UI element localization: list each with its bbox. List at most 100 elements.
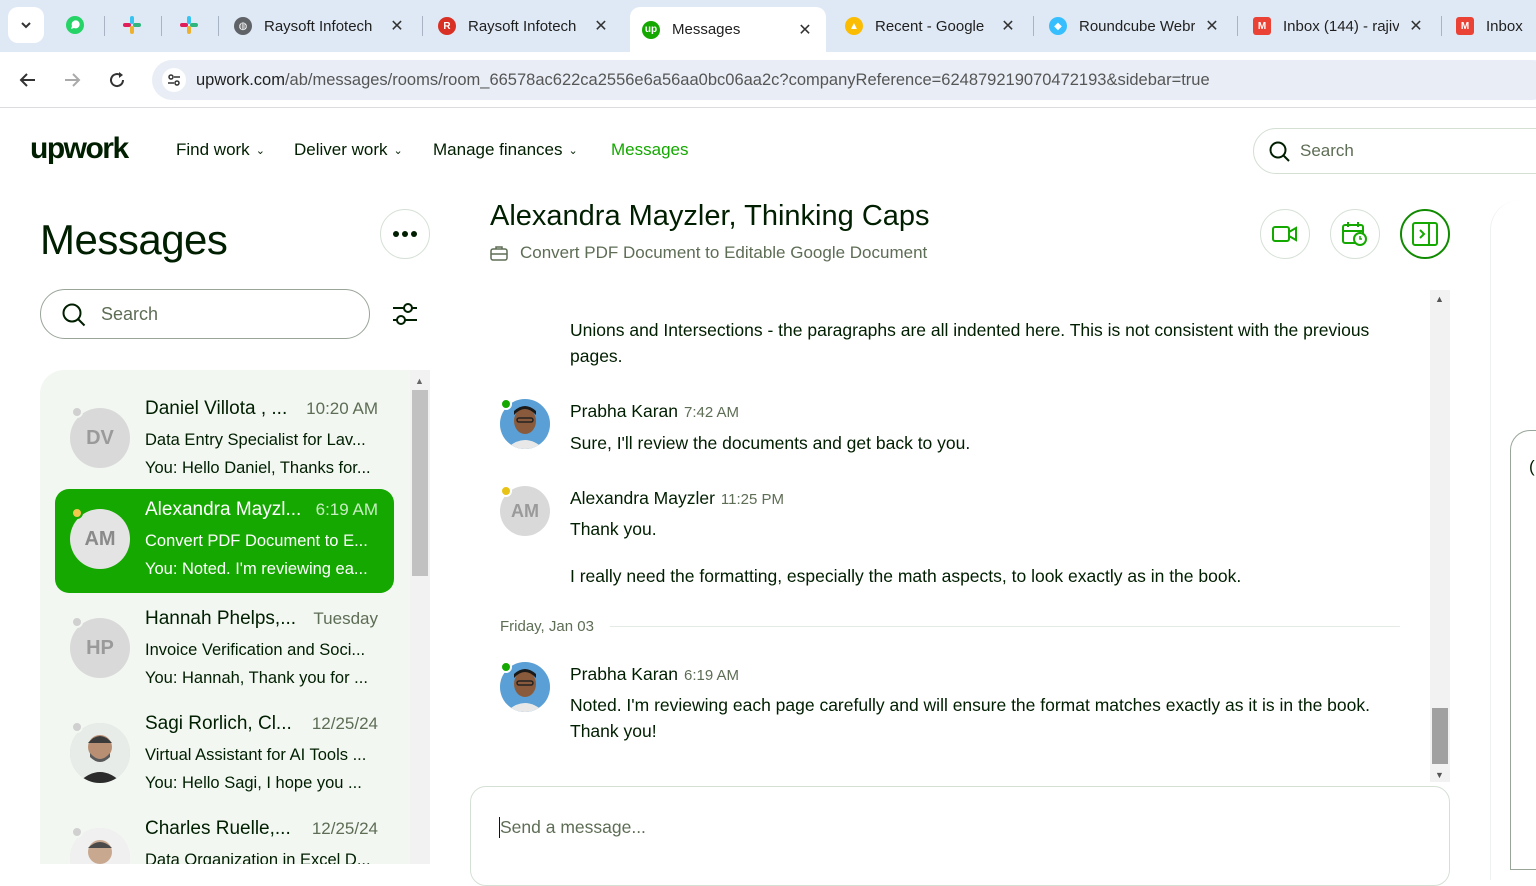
- chevron-down-icon: ⌄: [568, 144, 578, 157]
- room-topic: Convert PDF Document to E...: [145, 532, 368, 550]
- globe-icon: ◍: [234, 17, 252, 35]
- thread-scrollbar[interactable]: ▲ ▼: [1430, 290, 1450, 782]
- video-call-button[interactable]: [1260, 209, 1310, 259]
- arrow-left-icon: [19, 73, 35, 87]
- close-icon[interactable]: ✕: [1203, 16, 1221, 36]
- room-last-message: You: Hello Sagi, I hope you ...: [145, 774, 362, 792]
- conversation-subtitle[interactable]: Convert PDF Document to Editable Google …: [490, 243, 927, 263]
- browser-tab[interactable]: R Raysoft Infotech ✕: [426, 7, 622, 45]
- room-time: 12/25/24: [311, 714, 378, 733]
- browser-tab[interactable]: M Inbox (144) - rajiv ✕: [1241, 7, 1437, 45]
- whatsapp-icon: [66, 16, 84, 34]
- pinned-tab-slack-2[interactable]: [164, 7, 214, 43]
- roundcube-icon: ◆: [1049, 17, 1067, 35]
- presence-indicator: [71, 616, 83, 628]
- room-topic: Data Entry Specialist for Lav...: [145, 431, 366, 449]
- presence-indicator: [71, 721, 83, 733]
- close-icon[interactable]: ✕: [592, 16, 610, 36]
- presence-indicator: [500, 661, 512, 673]
- room-item-active[interactable]: AM Alexandra Mayzl... 6:19 AM Convert PD…: [55, 489, 394, 593]
- nav-deliver-work[interactable]: Deliver work ⌄: [294, 140, 403, 160]
- slack-icon: [180, 16, 198, 34]
- room-time: Tuesday: [313, 609, 378, 628]
- close-icon[interactable]: ✕: [796, 20, 814, 40]
- presence-indicator: [71, 406, 83, 418]
- address-bar[interactable]: upwork.com/ab/messages/rooms/room_66578a…: [152, 60, 1536, 100]
- schedule-meeting-button[interactable]: [1330, 209, 1380, 259]
- room-list-scrollbar[interactable]: ▲: [410, 370, 430, 864]
- video-camera-icon: [1272, 226, 1297, 242]
- scrollbar-thumb[interactable]: [1432, 708, 1448, 764]
- presence-indicator: [71, 826, 83, 838]
- room-item[interactable]: Sagi Rorlich, Cl... 12/25/24 Virtual Ass…: [55, 703, 394, 807]
- pinned-tab-whatsapp[interactable]: [50, 7, 100, 43]
- message-text: Unions and Intersections - the paragraph…: [570, 320, 1370, 366]
- room-name: Daniel Villota , ...: [145, 398, 288, 419]
- toggle-sidebar-button[interactable]: [1400, 209, 1450, 259]
- message-author: Alexandra Mayzler 11:25 PM: [570, 488, 785, 508]
- presence-indicator: [500, 485, 512, 497]
- nav-manage-finances[interactable]: Manage finances ⌄: [433, 140, 578, 160]
- rooms-search-input[interactable]: Search: [40, 289, 370, 339]
- room-name: Hannah Phelps,...: [145, 608, 297, 629]
- room-item[interactable]: Charles Ruelle,... 12/25/24 Data Organiz…: [55, 808, 394, 864]
- room-name: Sagi Rorlich, Cl...: [145, 713, 292, 734]
- room-item[interactable]: HP Hannah Phelps,... Tuesday Invoice Ver…: [55, 598, 394, 702]
- browser-tab[interactable]: ◍ Raysoft Infotech ✕: [222, 7, 418, 45]
- more-options-button[interactable]: [380, 209, 430, 259]
- message-author: Prabha Karan 7:42 AM: [570, 401, 740, 421]
- message-text: Sure, I'll review the documents and get …: [570, 433, 971, 453]
- message-input[interactable]: [499, 817, 1399, 838]
- filter-button[interactable]: [388, 297, 422, 331]
- sliders-icon: [393, 303, 417, 325]
- room-item[interactable]: DV Daniel Villota , ... 10:20 AM Data En…: [55, 388, 394, 492]
- message-time: 6:19 AM: [684, 667, 740, 684]
- close-icon[interactable]: ✕: [1407, 16, 1425, 36]
- scroll-up-icon[interactable]: ▲: [415, 376, 424, 386]
- nav-messages[interactable]: Messages: [611, 140, 688, 160]
- room-last-message: You: Hannah, Thank you for ...: [145, 669, 368, 687]
- scrollbar-thumb[interactable]: [412, 390, 428, 576]
- site-header: upwork Find work ⌄ Deliver work ⌄ Manage f…: [0, 108, 1536, 192]
- sidebar-panel-icon: [1412, 222, 1438, 246]
- browser-tab[interactable]: ▲ Recent - Google ✕: [833, 7, 1029, 45]
- message-time: 7:42 AM: [684, 404, 740, 421]
- room-topic: Invoice Verification and Soci...: [145, 641, 366, 659]
- gmail-icon: M: [1456, 17, 1474, 35]
- calendar-clock-icon: [1342, 222, 1367, 246]
- room-topic: Data Organization in Excel D...: [145, 851, 371, 864]
- message-text: Noted. I'm reviewing each page carefully…: [570, 695, 1370, 741]
- back-button[interactable]: [12, 64, 44, 96]
- upwork-logo[interactable]: upwork: [30, 132, 129, 166]
- page-title: Messages: [40, 216, 228, 263]
- close-icon[interactable]: ✕: [388, 16, 406, 36]
- tab-search-button[interactable]: [8, 7, 44, 43]
- room-topic: Virtual Assistant for AI Tools ...: [145, 746, 367, 764]
- browser-toolbar: upwork.com/ab/messages/rooms/room_66578a…: [0, 52, 1536, 108]
- chevron-down-icon: ⌄: [255, 144, 265, 157]
- room-time: 6:19 AM: [315, 500, 378, 519]
- header-search-input[interactable]: Search: [1253, 128, 1536, 174]
- nav-find-work[interactable]: Find work ⌄: [176, 140, 265, 160]
- pinned-tab-slack[interactable]: [107, 7, 157, 43]
- message-text: Thank you.: [570, 519, 657, 539]
- conversation-title: Alexandra Mayzler, Thinking Caps: [490, 200, 930, 232]
- scroll-down-icon[interactable]: ▼: [1435, 770, 1444, 780]
- message-composer: [470, 786, 1450, 886]
- forward-button[interactable]: [56, 64, 88, 96]
- chevron-down-icon: [21, 22, 31, 29]
- browser-tab[interactable]: ◆ Roundcube Webr ✕: [1037, 7, 1233, 45]
- details-card-edge: (: [1510, 430, 1536, 870]
- scroll-up-icon[interactable]: ▲: [1435, 294, 1444, 304]
- site-info-icon[interactable]: [162, 68, 186, 92]
- chevron-down-icon: ⌄: [393, 144, 403, 157]
- search-icon: [1269, 141, 1290, 162]
- reload-button[interactable]: [101, 64, 133, 96]
- arrow-right-icon: [65, 73, 81, 87]
- room-last-message: You: Noted. I'm reviewing ea...: [145, 560, 368, 578]
- url-host: upwork.com: [196, 70, 285, 89]
- browser-tab-active[interactable]: up Messages ✕: [630, 7, 826, 52]
- close-icon[interactable]: ✕: [999, 16, 1017, 36]
- browser-tab[interactable]: M Inbox (2: [1444, 7, 1536, 45]
- message-text: I really need the formatting, especially…: [570, 566, 1242, 586]
